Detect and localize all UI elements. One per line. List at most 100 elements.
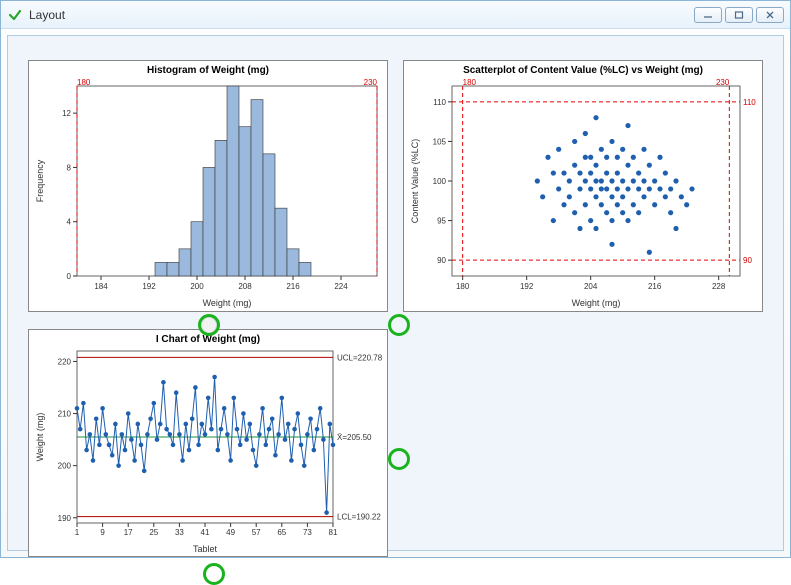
ichart-point [110,453,115,458]
ichart-point [238,443,243,448]
ichart-point [113,422,118,427]
svg-text:8: 8 [67,163,72,172]
minimize-button[interactable] [694,7,722,23]
svg-text:192: 192 [142,282,156,291]
scatter-point [604,186,609,191]
scatter-point [535,178,540,183]
layout-resize-handle[interactable] [198,314,220,336]
titlebar[interactable]: Layout [1,1,790,29]
scatter-point [663,194,668,199]
center-label: X̄=205.50 [337,433,372,442]
scatter-point [668,210,673,215]
svg-text:216: 216 [648,282,662,291]
ucl-label: UCL=220.78 [337,353,383,362]
ichart-point [206,396,211,401]
scatter-point [599,147,604,152]
scatter-point [593,163,598,168]
scatter-point [652,178,657,183]
chart-title: Scatterplot of Content Value (%LC) vs We… [404,61,762,76]
histogram-bar [203,167,215,276]
ichart-point [177,432,182,437]
scatter-point [593,178,598,183]
svg-text:200: 200 [190,282,204,291]
layout-resize-handle[interactable] [203,563,225,585]
scatter-point [588,218,593,223]
scatter-point [588,170,593,175]
ichart-point [174,390,179,395]
scatter-point [652,202,657,207]
ichart-point [305,432,310,437]
scatter-point [663,170,668,175]
scatter-point [631,155,636,160]
ichart-point [216,448,221,453]
ichart-point [100,406,105,411]
histogram-bar [263,154,275,276]
svg-text:228: 228 [712,282,726,291]
svg-text:100: 100 [433,177,447,186]
ichart-point [225,432,230,437]
svg-text:4: 4 [67,218,72,227]
scatter-point [625,218,630,223]
ichart-point [331,443,336,448]
scatter-point [679,194,684,199]
scatter-point [636,210,641,215]
svg-text:110: 110 [433,98,446,107]
ichart-point [196,443,201,448]
layout-resize-handle[interactable] [388,448,410,470]
maximize-button[interactable] [725,7,753,23]
ichart-point [292,427,297,432]
svg-text:208: 208 [238,282,252,291]
ichart-chart[interactable]: I Chart of Weight (mg) UCL=220.78X̄=205.… [28,329,388,557]
scatter-point [636,170,641,175]
ichart-point [209,427,214,432]
x-axis-label: Weight (mg) [203,298,252,308]
ichart-point [148,416,153,421]
svg-text:Tablet: Tablet [193,544,218,554]
ichart-point [203,432,208,437]
svg-text:Weight (mg): Weight (mg) [572,298,621,308]
scatter-point [556,186,561,191]
svg-text:190: 190 [58,514,72,523]
ichart-point [257,432,262,437]
ichart-point [228,458,233,463]
svg-text:184: 184 [94,282,108,291]
ichart-point [136,422,141,427]
ichart-point [308,416,313,421]
svg-text:9: 9 [100,528,105,537]
ichart-point [276,432,281,437]
scatter-point [583,202,588,207]
ichart-point [289,458,294,463]
ichart-point [318,406,323,411]
scatter-chart[interactable]: Scatterplot of Content Value (%LC) vs We… [403,60,763,312]
ichart-point [260,406,265,411]
ichart-point [158,422,163,427]
ichart-point [222,406,227,411]
svg-text:90: 90 [437,256,446,265]
scatter-point [567,194,572,199]
scatter-point [647,186,652,191]
scatter-point [609,242,614,247]
histogram-bar [239,127,251,276]
scatter-point [599,186,604,191]
scatter-point [593,226,598,231]
scatter-point [572,163,577,168]
histogram-chart[interactable]: Histogram of Weight (mg) 180230184192200… [28,60,388,312]
ichart-point [145,432,150,437]
scatter-point [615,202,620,207]
scatter-point [572,210,577,215]
ichart-point [321,437,326,442]
ichart-point [212,375,217,380]
scatter-point [641,194,646,199]
svg-text:49: 49 [226,528,235,537]
ichart-point [132,458,137,463]
close-button[interactable] [756,7,784,23]
layout-canvas[interactable]: Histogram of Weight (mg) 180230184192200… [7,35,784,551]
ichart-point [120,432,125,437]
layout-resize-handle[interactable] [388,314,410,336]
ref-label: 180 [77,78,91,87]
window-title: Layout [29,8,65,22]
svg-text:110: 110 [743,98,756,107]
svg-text:200: 200 [58,462,72,471]
scatter-point [604,210,609,215]
scatter-point [620,210,625,215]
